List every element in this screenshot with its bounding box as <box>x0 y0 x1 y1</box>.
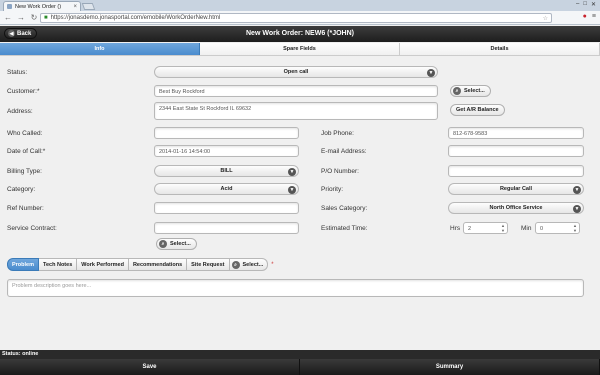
page-title: New Work Order: NEW6 (*JOHN) <box>246 30 354 37</box>
url-text: https://jonasdemo.jonasportal.com/emobil… <box>50 15 221 21</box>
tab-site-request[interactable]: Site Request <box>187 258 230 271</box>
customer-label: Customer:* <box>7 88 40 95</box>
browser-forward-icon[interactable]: → <box>16 13 26 22</box>
tab-work-performed[interactable]: Work Performed <box>77 258 129 271</box>
chevron-down-icon: ▼ <box>288 186 296 194</box>
chevron-down-icon: ▼ <box>288 168 296 176</box>
customer-field[interactable]: Best Buy Rockford <box>154 85 438 97</box>
min-label: Min <box>521 225 532 232</box>
browser-extensions: ● ≡ <box>583 13 596 20</box>
status-bar: Status: online <box>0 350 600 359</box>
who-called-field[interactable] <box>154 127 299 139</box>
address-field[interactable]: 2344 East State St Rockford IL 69632 <box>154 102 438 120</box>
save-button[interactable]: Save <box>0 359 300 375</box>
min-stepper[interactable]: 0 ▲ ▼ <box>535 222 580 234</box>
billing-type-select[interactable]: BILL ▼ <box>154 165 299 177</box>
service-contract-select-button[interactable]: ⌕ Select... <box>156 238 197 250</box>
search-icon: ⌕ <box>231 260 240 269</box>
stepper-arrows-icon[interactable]: ▲ ▼ <box>572 223 578 233</box>
new-tab-button[interactable] <box>81 3 96 10</box>
email-field[interactable] <box>448 145 584 157</box>
browser-tab-strip: New Work Order () × – □ ✕ <box>0 0 600 11</box>
tab-spare-fields[interactable]: Spare Fields <box>200 43 400 55</box>
email-label: E-mail Address: <box>321 148 367 155</box>
service-contract-select-label: Select... <box>170 241 191 247</box>
browser-back-icon[interactable]: ← <box>3 13 13 22</box>
priority-select[interactable]: Regular Call ▼ <box>448 183 584 195</box>
maximize-icon[interactable]: □ <box>583 1 587 8</box>
chevron-down-icon: ▼ <box>427 69 435 77</box>
reload-icon[interactable]: ↻ <box>29 13 39 22</box>
app-header: ◀ Back New Work Order: NEW6 (*JOHN) <box>0 26 600 42</box>
status-select[interactable]: Open call ▼ <box>154 66 438 78</box>
job-phone-label: Job Phone: <box>321 130 354 137</box>
who-called-label: Who Called: <box>7 130 43 137</box>
sales-category-value: North Office Service <box>489 205 543 211</box>
get-ar-balance-button[interactable]: Get A/R Balance <box>450 104 505 116</box>
date-of-call-label: Date of Call:* <box>7 148 46 155</box>
browser-tab[interactable]: New Work Order () × <box>3 1 81 11</box>
po-number-label: P/O Number: <box>321 168 359 175</box>
po-number-field[interactable] <box>448 165 584 177</box>
tab-details[interactable]: Details <box>400 43 600 55</box>
min-value: 0 <box>540 226 544 232</box>
billing-type-value: BILL <box>220 168 233 174</box>
category-label: Category: <box>7 186 36 193</box>
billing-type-label: Billing Type: <box>7 168 42 175</box>
search-icon: ⌕ <box>453 87 461 95</box>
status-value: Open call <box>283 69 309 75</box>
search-icon: ⌕ <box>159 240 167 248</box>
estimated-time-label: Estimated Time: <box>321 225 368 232</box>
window-controls: – □ ✕ <box>576 1 596 8</box>
url-field[interactable]: ■ https://jonasdemo.jonasportal.com/emob… <box>40 13 552 23</box>
browser-menu-icon[interactable]: ≡ <box>592 13 596 20</box>
address-bar: ← → ↻ ■ https://jonasdemo.jonasportal.co… <box>0 11 600 25</box>
sales-category-label: Sales Category: <box>321 205 368 212</box>
minimize-icon[interactable]: – <box>576 1 579 8</box>
hrs-label: Hrs <box>450 225 461 232</box>
tab-recommendations[interactable]: Recommendations <box>128 258 188 271</box>
problem-description-field[interactable]: Problem description goes here... <box>7 279 584 297</box>
status-label: Status: <box>7 69 28 76</box>
lock-icon: ■ <box>44 15 48 21</box>
footer-toolbar: Save Summary <box>0 359 600 375</box>
address-label: Address: <box>7 108 33 115</box>
nav-tabs: Info Spare Fields Details <box>0 43 600 56</box>
service-contract-label: Service Contract: <box>7 225 57 232</box>
close-window-icon[interactable]: ✕ <box>591 1 596 8</box>
required-marker: * <box>271 261 274 268</box>
ref-number-field[interactable] <box>154 202 299 214</box>
service-contract-field[interactable] <box>154 222 299 234</box>
job-phone-field[interactable]: 812-678-9583 <box>448 127 584 139</box>
tab-tech-notes[interactable]: Tech Notes <box>39 258 78 271</box>
chevron-down-icon: ▼ <box>573 186 581 194</box>
priority-label: Priority: <box>321 186 344 193</box>
pinterest-icon[interactable]: ● <box>583 13 587 20</box>
favicon-icon <box>7 4 12 9</box>
priority-value: Regular Call <box>499 186 533 192</box>
bookmark-star-icon[interactable]: ☆ <box>543 15 548 22</box>
summary-button[interactable]: Summary <box>300 359 600 375</box>
notes-tabs: Problem Tech Notes Work Performed Recomm… <box>7 258 274 271</box>
tab-info[interactable]: Info <box>0 43 200 55</box>
close-tab-icon[interactable]: × <box>73 4 77 10</box>
notes-select-button[interactable]: ⌕ Select... <box>229 258 269 271</box>
chevron-down-icon: ▼ <box>573 205 581 213</box>
browser-tab-title: New Work Order () <box>15 3 62 10</box>
stepper-arrows-icon[interactable]: ▲ ▼ <box>500 223 506 233</box>
notes-select-label: Select... <box>242 261 264 268</box>
hrs-stepper[interactable]: 2 ▲ ▼ <box>463 222 508 234</box>
category-select[interactable]: Acid ▼ <box>154 183 299 195</box>
customer-select-label: Select... <box>464 88 485 94</box>
tab-problem[interactable]: Problem <box>7 258 40 271</box>
hrs-value: 2 <box>468 226 472 232</box>
sales-category-select[interactable]: North Office Service ▼ <box>448 202 584 214</box>
category-value: Acid <box>220 186 233 192</box>
date-of-call-field[interactable]: 2014-01-16 14:54:00 <box>154 145 299 157</box>
ref-number-label: Ref Number: <box>7 205 44 212</box>
customer-select-button[interactable]: ⌕ Select... <box>450 85 491 97</box>
